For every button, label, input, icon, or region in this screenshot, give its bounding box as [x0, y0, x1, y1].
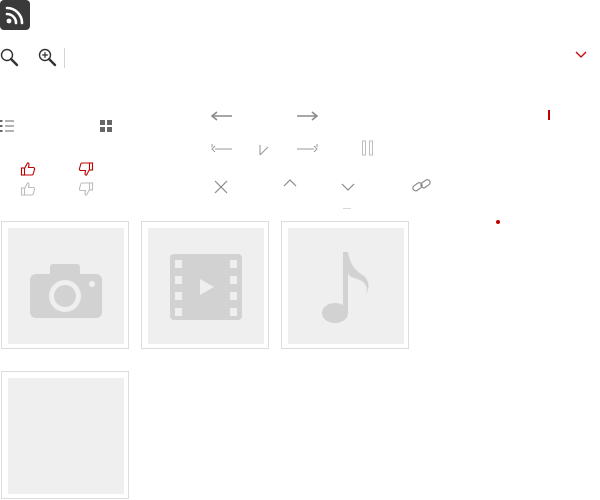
first-icon[interactable] — [210, 142, 234, 154]
chevron-up-icon[interactable] — [282, 177, 298, 189]
film-icon — [148, 228, 264, 344]
chevron-down-icon[interactable] — [340, 181, 356, 193]
arrow-left-icon[interactable] — [210, 110, 234, 122]
chevron-down-icon[interactable] — [574, 49, 588, 61]
text-cursor-marker — [548, 110, 550, 120]
list-view-icon[interactable] — [0, 119, 16, 133]
search-icon[interactable] — [0, 48, 20, 68]
empty-placeholder — [8, 378, 124, 494]
arrow-right-icon[interactable] — [295, 110, 319, 122]
zoom-in-icon[interactable] — [38, 48, 58, 68]
thumbs-down-icon[interactable] — [78, 161, 94, 177]
expand-corner-icon[interactable] — [258, 143, 270, 157]
rss-icon[interactable] — [0, 0, 30, 30]
thumbs-up-icon[interactable] — [20, 161, 36, 177]
thumbnail-audio[interactable] — [281, 221, 409, 349]
last-icon[interactable] — [295, 142, 319, 154]
thumbnail-empty[interactable] — [1, 371, 129, 499]
close-icon[interactable] — [213, 179, 229, 195]
status-dot — [496, 220, 500, 224]
music-note-icon — [288, 228, 404, 344]
link-icon[interactable] — [411, 176, 433, 198]
thumbnail-image[interactable] — [1, 221, 129, 349]
thumbnail-video[interactable] — [141, 221, 269, 349]
grid-view-icon[interactable] — [100, 120, 112, 132]
thumbs-up-icon[interactable] — [20, 181, 36, 197]
camera-icon — [8, 228, 124, 344]
pause-icon[interactable] — [361, 140, 375, 156]
toolbar-divider — [64, 48, 65, 68]
thumbs-down-icon[interactable] — [78, 181, 94, 197]
underline-marker — [343, 208, 351, 209]
